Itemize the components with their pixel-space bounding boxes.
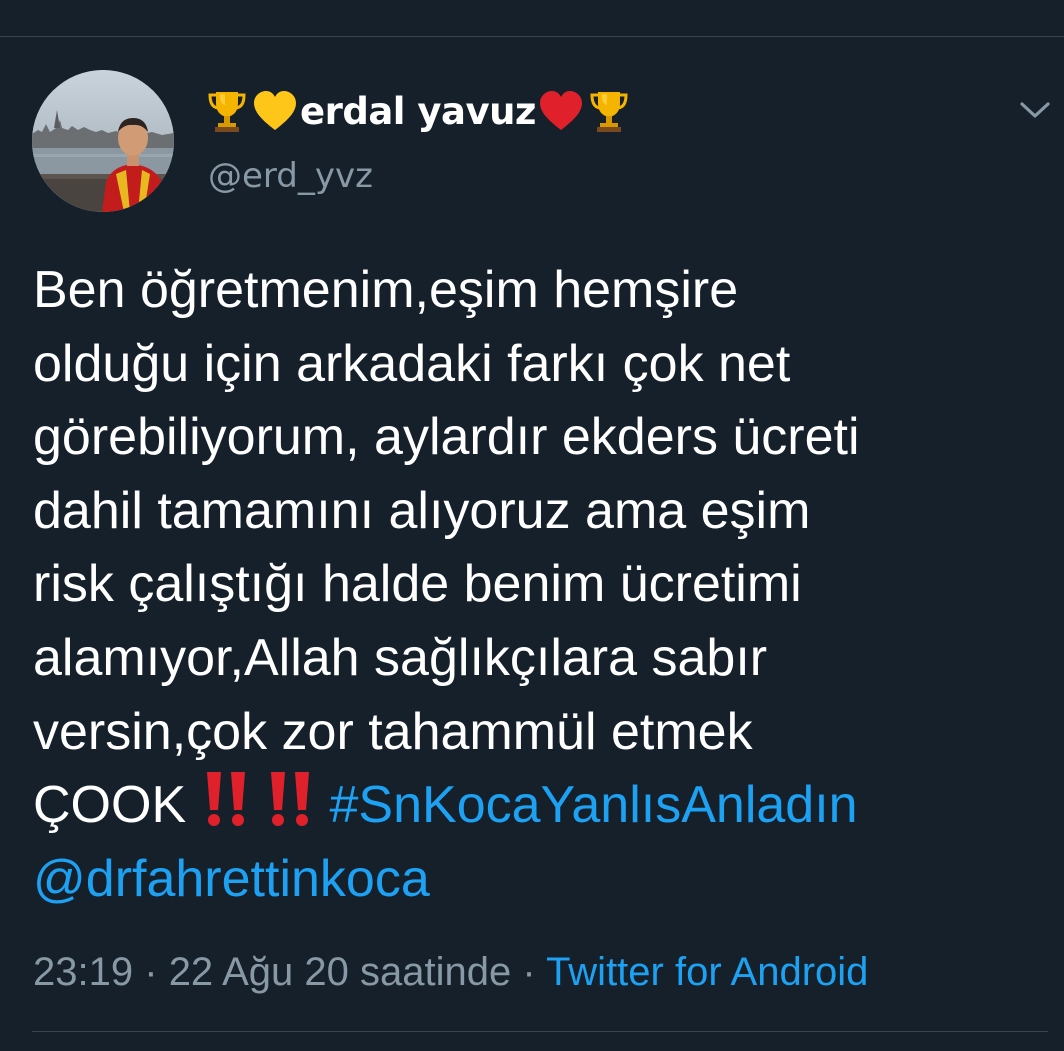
yellow-heart-icon	[252, 90, 298, 132]
display-name-text: erdal yavuz	[300, 89, 536, 133]
meta-separator: ·	[144, 950, 158, 994]
mention-link[interactable]: @drfahrettinkoca	[33, 850, 430, 908]
tweet-time[interactable]: 23:19	[33, 950, 133, 994]
tweet-text: Ben öğretmenim,eşim hemşire olduğu için …	[33, 254, 1043, 916]
double-exclamation-icon	[265, 770, 315, 828]
trophy-icon	[590, 89, 628, 133]
tweet-line: Ben öğretmenim,eşim hemşire	[33, 261, 739, 319]
tweet-line-last: ÇOOK #SnKocaYanlısAnladın	[33, 769, 1043, 843]
display-name[interactable]: erdal yavuz	[208, 84, 628, 138]
tweet-line: dahil tamamını alıyoruz ama eşim	[33, 481, 811, 540]
tweet-line: görebiliyorum, aylardır ekders ücreti	[33, 408, 860, 467]
bottom-divider	[32, 1031, 1048, 1032]
tweet-line: olduğu için arkadaki farkı çok net	[33, 334, 791, 393]
tweet-emphasis-text: ÇOOK	[33, 776, 187, 835]
tweet-date[interactable]: 22 Ağu 20 saatinde	[169, 950, 512, 994]
meta-separator: ·	[522, 950, 536, 994]
tweet-meta: 23:19 · 22 Ağu 20 saatinde · Twitter for…	[33, 950, 868, 995]
tweet-source-link[interactable]: Twitter for Android	[546, 950, 868, 994]
tweet-line: @drfahrettinkoca	[33, 843, 1043, 917]
tweet-line: versin,çok zor tahammül etmek	[33, 702, 753, 761]
double-exclamation-icon	[201, 770, 251, 828]
tweet-line: risk çalıştığı halde benim ücretimi	[33, 555, 802, 614]
tweet-line: alamıyor,Allah sağlıkçılara sabır	[33, 628, 768, 687]
trophy-icon	[208, 89, 246, 133]
red-heart-icon	[538, 90, 584, 132]
hashtag-link[interactable]: #SnKocaYanlısAnladın	[330, 776, 858, 834]
avatar[interactable]	[32, 70, 174, 212]
chevron-down-icon[interactable]	[1016, 96, 1054, 124]
top-divider	[0, 36, 1064, 37]
user-handle[interactable]: @erd_yvz	[208, 156, 373, 196]
